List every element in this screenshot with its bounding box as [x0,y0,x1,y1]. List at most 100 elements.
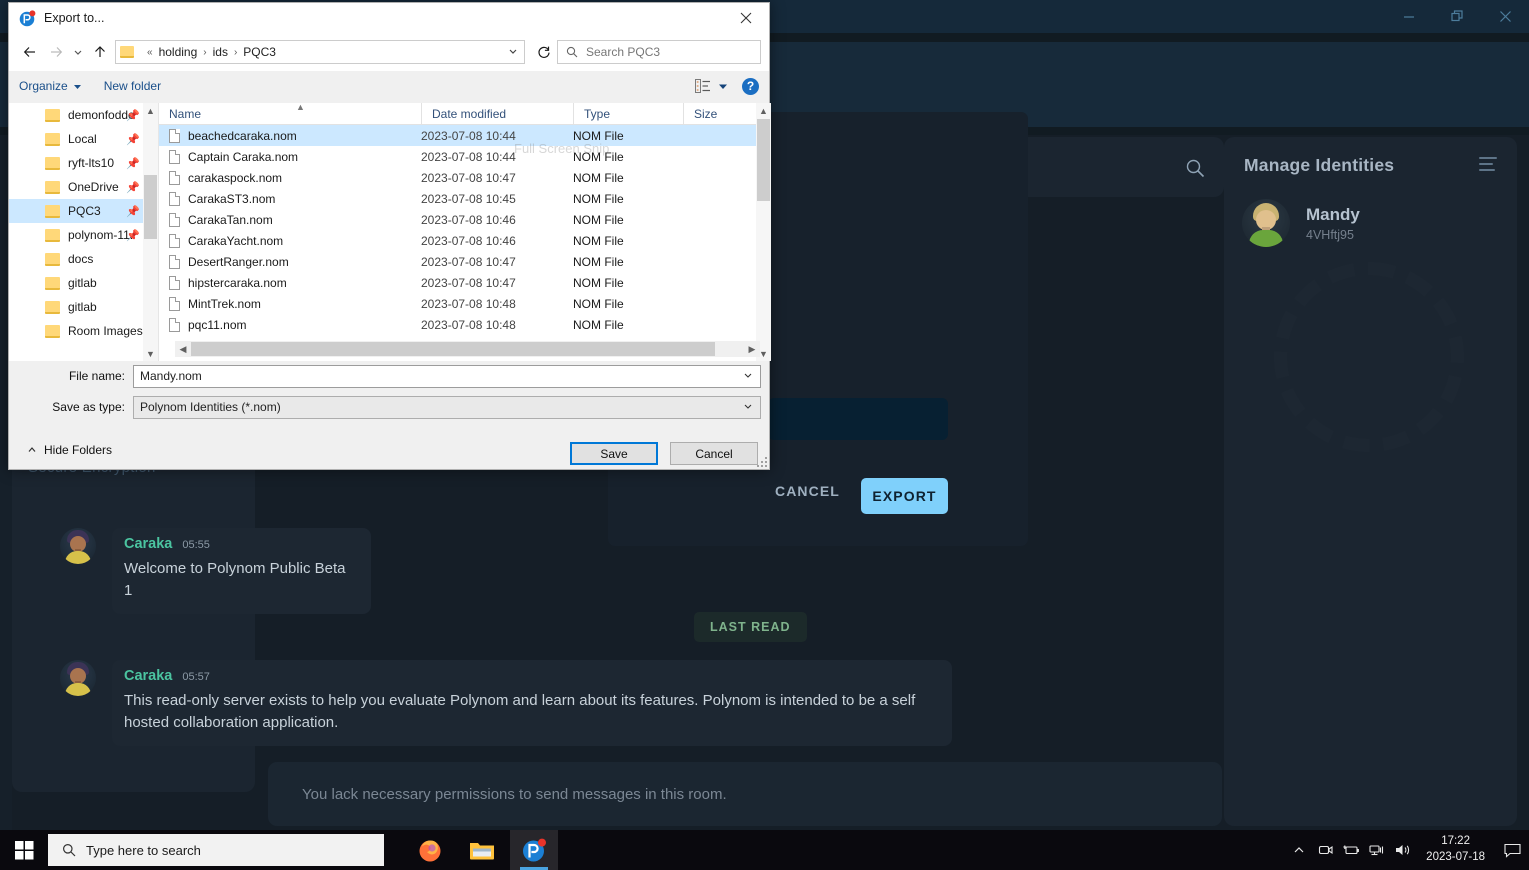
file-list[interactable]: Name Date modified Type Size ▲ beachedca… [159,103,771,361]
search-input[interactable]: Search PQC3 [557,40,761,64]
minimize-button[interactable] [1385,0,1433,33]
breadcrumb-item-ids[interactable]: ids [213,45,228,59]
column-header-size[interactable]: Size [683,103,743,125]
identity-id: 4VHftj95 [1306,227,1354,242]
table-row[interactable]: CarakaST3.nom 2023-07-08 10:45 NOM File [159,188,771,209]
window-controls [1385,0,1529,33]
camera-icon[interactable] [1312,843,1338,857]
file-icon [169,128,180,143]
table-row[interactable]: CarakaTan.nom 2023-07-08 10:46 NOM File [159,209,771,230]
tree-item-local[interactable]: Local 📌 [9,127,158,151]
scrollbar-thumb[interactable] [757,119,770,201]
polynom-logo-icon [19,9,36,26]
message-item[interactable]: Caraka 05:55 Welcome to Polynom Public B… [60,528,371,614]
view-mode-button[interactable] [695,79,728,93]
tree-item-onedrive[interactable]: OneDrive 📌 [9,175,158,199]
notification-icon[interactable] [1495,843,1529,858]
close-button[interactable] [1481,0,1529,33]
export-filename-input[interactable] [768,398,948,440]
help-button[interactable]: ? [742,77,759,95]
table-row[interactable]: Captain Caraka.nom 2023-07-08 10:44 NOM … [159,146,771,167]
table-row[interactable]: beachedcaraka.nom 2023-07-08 10:44 NOM F… [159,125,771,146]
save-file-dialog[interactable]: Export to... « holding › ids › PQC3 Sear… [8,2,771,470]
resize-grip[interactable] [757,457,768,468]
tree-item-docs[interactable]: docs [9,247,158,271]
table-row[interactable]: MintTrek.nom 2023-07-08 10:48 NOM File [159,293,771,314]
file-date: 2023-07-08 10:47 [421,254,516,269]
network-icon[interactable] [1364,843,1390,857]
scroll-up-icon[interactable]: ▲ [143,103,158,118]
file-explorer-icon[interactable] [458,830,506,870]
tree-item-gitlab-2[interactable]: gitlab [9,295,158,319]
table-row[interactable]: DesertRanger.nom 2023-07-08 10:47 NOM Fi… [159,251,771,272]
breadcrumb[interactable]: « holding › ids › PQC3 [115,40,525,64]
cancel-button[interactable]: Cancel [670,442,758,465]
identity-list-item[interactable]: Mandy 4VHftj95 [1242,199,1360,247]
save-button[interactable]: Save [570,442,658,465]
filename-input[interactable]: Mandy.nom [133,364,761,388]
firefox-icon[interactable] [406,830,454,870]
tree-item-gitlab[interactable]: gitlab [9,271,158,295]
hide-folders-toggle[interactable]: Hide Folders [27,443,112,457]
scrollbar-track[interactable] [191,342,744,356]
chevron-down-icon[interactable] [743,401,753,414]
file-type: NOM File [573,317,624,332]
tree-item-demonfodde[interactable]: demonfodde 📌 [9,103,158,127]
message-item[interactable]: Caraka 05:57 This read-only server exist… [60,660,952,746]
scrollbar-thumb[interactable] [144,175,157,239]
arrow-right-icon[interactable] [43,39,69,65]
file-name: hipstercaraka.nom [188,275,287,290]
breadcrumb-item-pqc3[interactable]: PQC3 [243,45,276,59]
file-list-scrollbar[interactable]: ▲ ▼ [756,103,771,361]
dialog-close-button[interactable] [723,3,769,33]
manage-identities-panel[interactable]: Manage Identities Mandy 4VHftj95 [1224,137,1517,826]
arrow-up-icon[interactable] [87,39,113,65]
table-row[interactable]: CarakaYacht.nom 2023-07-08 10:46 NOM Fil… [159,230,771,251]
clock[interactable]: 17:22 2023-07-18 [1426,834,1485,865]
table-row[interactable]: hipstercaraka.nom 2023-07-08 10:47 NOM F… [159,272,771,293]
scroll-up-icon[interactable]: ▲ [756,103,771,118]
table-row[interactable]: carakaspock.nom 2023-07-08 10:47 NOM Fil… [159,167,771,188]
scroll-left-icon[interactable]: ◀ [175,344,191,355]
restore-button[interactable] [1433,0,1481,33]
volume-icon[interactable] [1390,843,1416,857]
chevron-down-icon[interactable] [743,370,753,383]
taskbar-search-input[interactable]: Type here to search [48,834,384,866]
breadcrumb-item-holding[interactable]: holding [159,45,198,59]
watermark-circle [1274,262,1464,452]
last-read-marker: LAST READ [694,612,807,642]
tree-item-ryft-lts10[interactable]: ryft-lts10 📌 [9,151,158,175]
column-header-date[interactable]: Date modified [421,103,573,125]
folder-icon [45,180,60,194]
arrow-left-icon[interactable] [17,39,43,65]
tree-item-room-images[interactable]: Room Images [9,319,158,343]
scroll-right-icon[interactable]: ▶ [744,344,760,355]
organize-button[interactable]: Organize [19,79,82,93]
polynom-icon[interactable] [510,830,558,870]
file-icon [169,296,180,311]
tree-item-polynom[interactable]: polynom-11. 📌 [9,223,158,247]
scrollbar-thumb[interactable] [191,342,715,356]
tree-scrollbar[interactable]: ▲ ▼ [143,103,158,361]
column-header-type[interactable]: Type [573,103,683,125]
chevron-up-icon[interactable] [1286,844,1312,856]
hamburger-menu-icon[interactable] [1479,157,1497,175]
new-folder-button[interactable]: New folder [104,79,161,93]
scroll-down-icon[interactable]: ▼ [143,346,158,361]
savetype-select[interactable]: Polynom Identities (*.nom) [133,395,761,419]
battery-icon[interactable] [1338,843,1364,857]
folder-tree[interactable]: demonfodde 📌 Local 📌 ryft-lts10 📌 OneDri… [9,103,159,361]
file-icon [169,317,180,332]
table-row[interactable]: pqc11.nom 2023-07-08 10:48 NOM File [159,314,771,335]
tree-item-pqc3[interactable]: PQC3 📌 [9,199,158,223]
file-list-horizontal-scrollbar[interactable]: ◀ ▶ [175,341,760,357]
clock-date: 2023-07-18 [1426,851,1485,863]
column-header-name[interactable]: Name [159,103,421,125]
windows-logo-icon[interactable] [0,830,48,870]
cancel-button[interactable]: CANCEL [775,483,840,499]
export-button[interactable]: EXPORT [861,478,948,514]
chevron-down-icon[interactable] [508,45,518,59]
refresh-icon[interactable] [531,45,557,59]
search-icon[interactable] [1178,151,1212,185]
chevron-down-icon[interactable] [69,39,87,65]
